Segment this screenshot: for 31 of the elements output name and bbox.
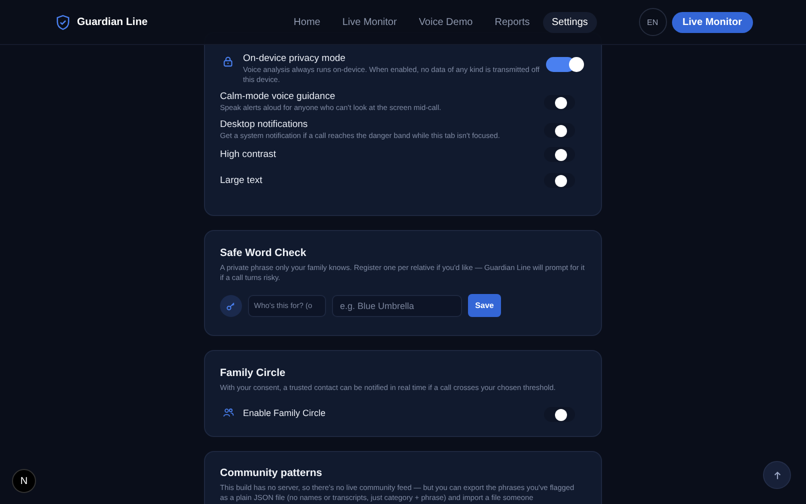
toggle-switch[interactable] [546,57,584,72]
toggle-switch[interactable] [544,95,575,110]
arrow-up-icon [772,470,782,480]
dev-badge[interactable]: N [12,469,36,493]
setting-title: High contrast [220,148,277,160]
setting-title: On-device privacy mode [243,53,346,65]
nav-link[interactable]: Settings [542,12,597,32]
setting-title: Large text [220,174,264,186]
card-title: Safe Word Check [220,247,308,259]
shield-icon [55,14,71,30]
save-button[interactable]: Save [468,294,501,317]
card-title: Family Circle [220,367,286,379]
card-title: Community patterns [220,467,324,479]
setting-title: Calm-mode voice guidance [220,91,336,103]
toggle-switch[interactable] [544,173,575,188]
setting-title: Desktop notifications [220,119,309,131]
toggle-label: Enable Family Circle [243,408,327,418]
nav-link[interactable]: Live Monitor [333,12,406,32]
key-icon [220,294,242,316]
nav-link[interactable]: Home [284,12,330,32]
nav-link[interactable]: Voice Demo [410,12,482,32]
live-monitor-button[interactable]: Live Monitor [672,12,753,32]
brand-name: Guardian Line [77,16,148,28]
people-icon [223,408,234,417]
toggle-switch[interactable] [544,123,575,138]
lock-icon [223,56,233,67]
nav-link[interactable]: Reports [486,12,539,32]
language-button[interactable]: EN [638,8,667,36]
toggle-switch[interactable] [544,407,575,422]
phrase-field[interactable]: e.g. Blue Umbrella [332,294,462,316]
toggle-switch[interactable] [544,147,575,162]
